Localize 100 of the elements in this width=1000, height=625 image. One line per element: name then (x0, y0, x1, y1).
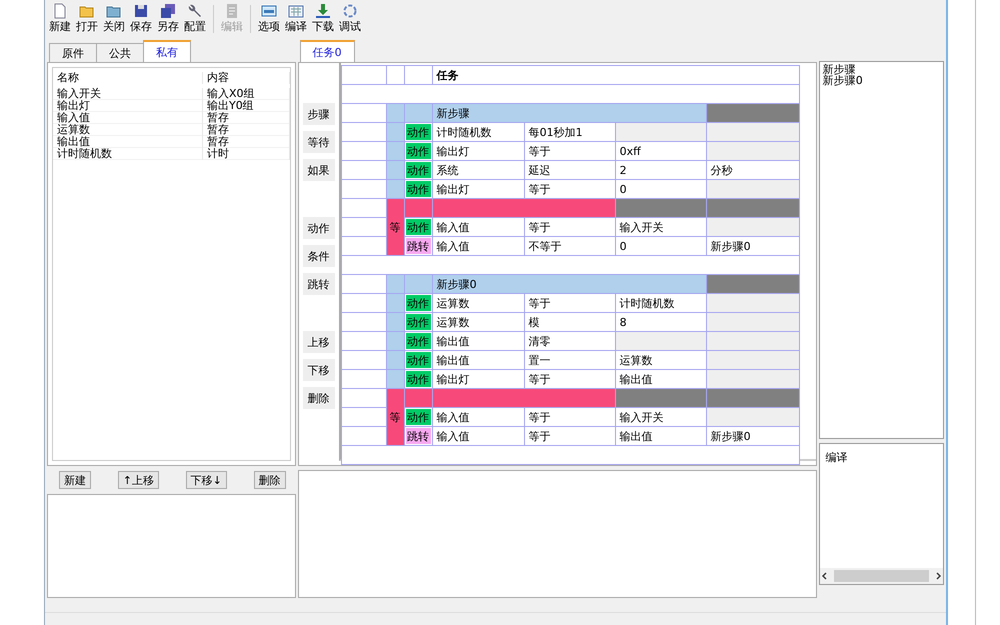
table-cell: 延迟 (524, 160, 616, 180)
table-cell: 输入开关 (615, 408, 706, 426)
action-tag[interactable]: 动作 (406, 143, 431, 159)
action-tag[interactable]: 动作 (406, 409, 431, 425)
document-icon (224, 3, 240, 19)
action-tag[interactable]: 动作 (406, 124, 431, 140)
table-cell: 0xff (615, 142, 706, 160)
horizontal-scrollbar[interactable] (820, 568, 943, 584)
list-cell[interactable]: 输出Y0组 (203, 100, 290, 112)
action-tag[interactable]: 动作 (406, 333, 431, 349)
table-cell: 新步骤0 (706, 426, 800, 446)
list-cell[interactable]: 输出值 (53, 136, 203, 148)
table-cell: 分秒 (706, 160, 800, 180)
program-title: 任务 (432, 66, 800, 84)
table-cell: 运算数 (432, 312, 524, 332)
action-tag[interactable]: 动作 (406, 219, 431, 235)
toolbar-button[interactable]: 打开 (74, 3, 100, 34)
table-cell: 输入开关 (615, 218, 706, 236)
list-cell[interactable]: 计时随机数 (53, 148, 203, 160)
list-cell[interactable]: 输入开关 (53, 88, 203, 100)
grid-panel-icon (288, 3, 304, 19)
table-cell: 等于 (524, 142, 616, 160)
blank-page-icon (52, 3, 68, 19)
table-cell: 等于 (524, 408, 616, 426)
list-item[interactable]: 新步骤0 (822, 75, 940, 86)
table-cell: 每01秒加1 (524, 122, 616, 142)
jump-tag[interactable]: 跳转 (406, 428, 431, 444)
tab[interactable]: 私有 (143, 40, 191, 62)
toolbar-button[interactable]: 保存 (128, 3, 154, 34)
list-cell[interactable]: 暂存 (203, 124, 290, 136)
table-cell: 输入值 (432, 236, 524, 256)
tab[interactable]: 公共 (96, 43, 144, 62)
column-header[interactable]: 内容 (203, 72, 290, 84)
table-cell: 输入值 (432, 218, 524, 236)
side-button[interactable]: 动作 (302, 217, 335, 239)
table-cell: 输出值 (432, 350, 524, 370)
toolbar-button[interactable]: 下载 (310, 3, 336, 34)
table-cell: 不等于 (524, 236, 616, 256)
column-header[interactable]: 名称 (53, 72, 203, 84)
table-cell: 输出灯 (432, 142, 524, 160)
table-cell: 0 (615, 236, 706, 256)
table-cell: 等于 (524, 370, 616, 388)
list-cell[interactable]: 输出灯 (53, 100, 203, 112)
action-tag[interactable]: 动作 (406, 352, 431, 368)
action-tag[interactable]: 动作 (406, 295, 431, 311)
table-cell: 输出值 (432, 332, 524, 350)
action-tag[interactable]: 动作 (406, 314, 431, 330)
action-tag[interactable]: 动作 (406, 181, 431, 197)
table-cell: 等于 (524, 218, 616, 236)
table-cell: 输出值 (615, 370, 706, 388)
list-button[interactable]: ↑上移 (118, 471, 159, 489)
side-button[interactable]: 跳转 (302, 273, 335, 295)
list-cell[interactable]: 输入值 (53, 112, 203, 124)
step-name[interactable]: 新步骤 (432, 104, 706, 122)
table-cell: 计时随机数 (615, 294, 706, 312)
toolbar-button[interactable]: 新建 (47, 3, 73, 34)
table-cell: 模 (524, 312, 616, 332)
list-item[interactable]: 新步骤 (822, 64, 940, 75)
list-button[interactable]: 下移↓ (186, 471, 227, 489)
toolbar-button[interactable]: 配置 (182, 3, 208, 34)
toolbar-button[interactable]: 调试 (337, 3, 363, 34)
side-button[interactable]: 下移 (302, 359, 335, 381)
toolbar-button[interactable]: 编译 (283, 3, 309, 34)
download-icon (315, 3, 331, 19)
output-text: 编译 (824, 450, 849, 465)
side-button[interactable]: 删除 (302, 387, 335, 409)
toolbar-button[interactable]: 另存 (155, 3, 181, 34)
text-area[interactable] (47, 494, 296, 598)
jump-tag[interactable]: 跳转 (406, 238, 431, 254)
side-button[interactable]: 如果 (302, 159, 335, 181)
wait-label: 等 (386, 388, 404, 446)
toolbar-button[interactable]: 关闭 (101, 3, 127, 34)
list-cell[interactable]: 运算数 (53, 124, 203, 136)
list-cell[interactable]: 暂存 (203, 136, 290, 148)
list-cell[interactable]: 计时 (203, 148, 290, 160)
side-button[interactable]: 上移 (302, 331, 335, 353)
list-cell[interactable]: 暂存 (203, 112, 290, 124)
tab[interactable]: 原件 (49, 43, 97, 62)
wrench-icon (187, 3, 203, 19)
table-cell: 2 (615, 160, 706, 180)
wait-label: 等 (386, 198, 404, 256)
side-button[interactable]: 步骤 (302, 103, 335, 125)
table-cell: 运算数 (432, 294, 524, 312)
tab[interactable]: 任务0 (300, 40, 355, 62)
floppy-disks-icon (160, 3, 176, 19)
side-button[interactable]: 条件 (302, 245, 335, 267)
table-cell: 等于 (524, 294, 616, 312)
list-button[interactable]: 新建 (59, 471, 91, 489)
table-cell: 新步骤0 (706, 236, 800, 256)
step-name[interactable]: 新步骤0 (432, 274, 706, 294)
list-cell[interactable]: 输入X0组 (203, 88, 290, 100)
action-tag[interactable]: 动作 (406, 371, 431, 387)
toolbar-button[interactable]: 选项 (256, 3, 282, 34)
step-list[interactable]: 新步骤 新步骤0 (818, 61, 944, 439)
window-icon (261, 3, 277, 19)
table-cell: 0 (615, 180, 706, 198)
list-button[interactable]: 删除 (254, 471, 286, 489)
side-button[interactable]: 等待 (302, 131, 335, 153)
table-cell: 输出灯 (432, 370, 524, 388)
action-tag[interactable]: 动作 (406, 162, 431, 178)
